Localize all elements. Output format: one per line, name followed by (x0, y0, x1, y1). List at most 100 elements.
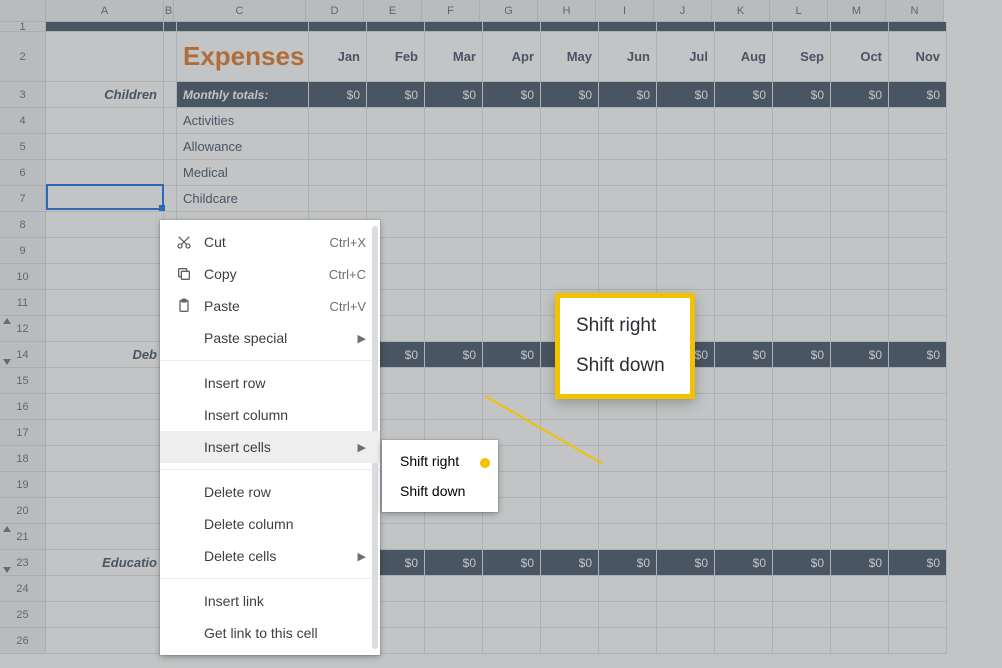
cell[interactable] (831, 160, 889, 186)
cell[interactable] (773, 186, 831, 212)
cell[interactable] (773, 498, 831, 524)
cell[interactable] (657, 420, 715, 446)
cell[interactable] (599, 524, 657, 550)
menu-get-link[interactable]: Get link to this cell (160, 617, 380, 649)
cell[interactable] (889, 186, 947, 212)
cell[interactable] (309, 186, 367, 212)
row-header-20[interactable]: 20 (0, 498, 46, 524)
cell[interactable] (657, 472, 715, 498)
cell[interactable] (425, 22, 483, 32)
cell[interactable] (599, 186, 657, 212)
expand-up-icon[interactable] (3, 318, 11, 324)
cell[interactable] (46, 290, 164, 316)
cell[interactable] (483, 160, 541, 186)
cell[interactable] (599, 212, 657, 238)
cell[interactable] (773, 628, 831, 654)
cell[interactable] (831, 108, 889, 134)
menu-paste-special[interactable]: Paste special ▶ (160, 322, 380, 354)
cell[interactable] (773, 368, 831, 394)
cell[interactable] (889, 498, 947, 524)
cell[interactable] (425, 576, 483, 602)
row-header-10[interactable]: 10 (0, 264, 46, 290)
monthly-totals-label[interactable]: Monthly totals: (177, 82, 309, 108)
monthly-total-value[interactable]: $0 (541, 82, 599, 108)
row-header-12[interactable]: 12 (0, 316, 46, 342)
monthly-total-value[interactable]: $0 (367, 82, 425, 108)
cell[interactable] (889, 212, 947, 238)
cell[interactable] (831, 290, 889, 316)
cell[interactable] (773, 160, 831, 186)
cell[interactable] (889, 238, 947, 264)
cell[interactable] (164, 108, 177, 134)
cell[interactable] (715, 134, 773, 160)
column-header-B[interactable]: B (164, 0, 174, 22)
cell[interactable] (715, 290, 773, 316)
column-header-E[interactable]: E (364, 0, 422, 22)
section-debt[interactable]: Deb (46, 342, 164, 368)
cell[interactable] (541, 134, 599, 160)
row-header-9[interactable]: 9 (0, 238, 46, 264)
row-header-15[interactable]: 15 (0, 368, 46, 394)
cell[interactable] (773, 576, 831, 602)
row-header-26[interactable]: 26 (0, 628, 46, 654)
row-header-4[interactable]: 4 (0, 108, 46, 134)
cell[interactable] (46, 394, 164, 420)
cell[interactable] (483, 186, 541, 212)
cell[interactable] (831, 134, 889, 160)
cell[interactable] (715, 186, 773, 212)
cell[interactable] (483, 134, 541, 160)
expenses-title[interactable]: Expenses (177, 32, 309, 82)
cell[interactable] (599, 22, 657, 32)
cell[interactable] (483, 576, 541, 602)
cell[interactable] (831, 576, 889, 602)
column-header-I[interactable]: I (596, 0, 654, 22)
cell[interactable] (483, 602, 541, 628)
cell[interactable] (599, 160, 657, 186)
cell[interactable] (715, 472, 773, 498)
cell[interactable] (425, 186, 483, 212)
monthly-total-value[interactable]: $0 (599, 82, 657, 108)
category-label[interactable]: Childcare (177, 186, 309, 212)
cell[interactable] (541, 212, 599, 238)
cell[interactable] (425, 108, 483, 134)
cell[interactable] (46, 602, 164, 628)
cell[interactable] (425, 628, 483, 654)
monthly-total-value[interactable]: $0 (425, 82, 483, 108)
monthly-total-value[interactable]: $0 (889, 82, 947, 108)
row-header-23[interactable]: 23 (0, 550, 46, 576)
monthly-total-value[interactable]: $0 (599, 550, 657, 576)
monthly-total-value[interactable]: $0 (773, 550, 831, 576)
cell[interactable] (599, 498, 657, 524)
cell[interactable] (483, 264, 541, 290)
submenu-shift-down[interactable]: Shift down (382, 476, 498, 506)
monthly-total-value[interactable]: $0 (483, 82, 541, 108)
row-header-21[interactable]: 21 (0, 524, 46, 550)
cell[interactable] (599, 602, 657, 628)
cell[interactable] (483, 238, 541, 264)
cell[interactable] (889, 22, 947, 32)
row-header-24[interactable]: 24 (0, 576, 46, 602)
cell[interactable] (715, 212, 773, 238)
row-header-2[interactable]: 2 (0, 32, 46, 82)
cell[interactable] (46, 238, 164, 264)
cell[interactable] (483, 22, 541, 32)
cell[interactable] (831, 316, 889, 342)
column-header-N[interactable]: N (886, 0, 944, 22)
column-header-M[interactable]: M (828, 0, 886, 22)
column-header-D[interactable]: D (306, 0, 364, 22)
cell[interactable] (831, 186, 889, 212)
cell[interactable] (599, 446, 657, 472)
cell[interactable] (46, 368, 164, 394)
cell[interactable] (425, 160, 483, 186)
cell[interactable] (657, 524, 715, 550)
cell[interactable] (541, 628, 599, 654)
cell[interactable] (541, 22, 599, 32)
cell[interactable] (657, 498, 715, 524)
monthly-total-value[interactable]: $0 (715, 550, 773, 576)
month-header[interactable]: Mar (425, 32, 483, 82)
monthly-total-value[interactable]: $0 (309, 82, 367, 108)
cell[interactable] (831, 498, 889, 524)
cell[interactable] (715, 264, 773, 290)
cell[interactable] (773, 290, 831, 316)
cell[interactable] (177, 22, 309, 32)
